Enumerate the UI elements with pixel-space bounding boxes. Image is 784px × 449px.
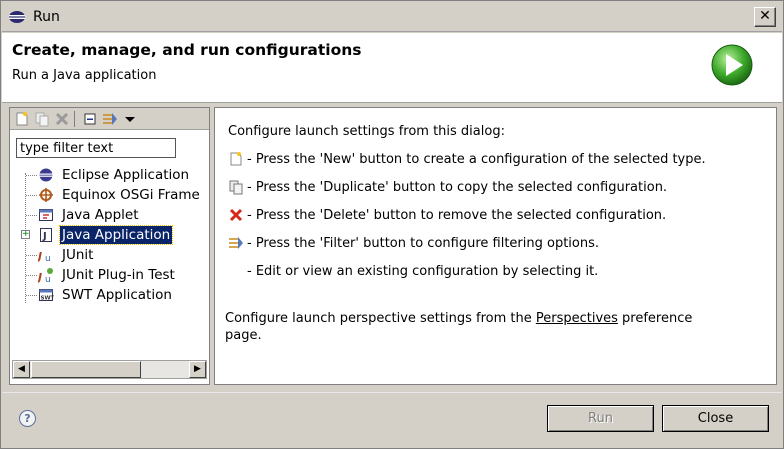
tree-item-label: JUnit Plug-in Test [62, 267, 175, 283]
delete-icon [229, 208, 243, 222]
config-type-tree: Eclipse Application Equinox OSGi Frame J… [10, 166, 209, 366]
applet-icon [39, 209, 53, 221]
duplicate-icon [229, 180, 243, 195]
tree-connector [26, 255, 37, 256]
help-line-duplicate: - Press the 'Duplicate' button to copy t… [247, 180, 668, 195]
tree-connector [26, 275, 37, 276]
tree-item-equinox-osgi[interactable]: Equinox OSGi Frame [38, 186, 209, 204]
footer-separator [2, 392, 782, 393]
perspective-text: Configure launch perspective settings fr… [225, 311, 692, 326]
filter-icon[interactable] [102, 111, 118, 127]
help-line-new: - Press the 'New' button to create a con… [247, 152, 706, 167]
perspectives-link[interactable]: Perspectives [536, 311, 618, 326]
perspective-text-prefix: Configure launch perspective settings fr… [225, 311, 536, 326]
run-icon [711, 44, 753, 86]
osgi-icon [39, 188, 53, 202]
help-icon[interactable]: ? [19, 410, 36, 427]
tree-connector [26, 295, 37, 296]
eclipse-icon [39, 168, 53, 182]
tree-item-junit-plugin-test[interactable]: J u JUnit Plug-in Test [38, 266, 209, 284]
run-button[interactable]: Run [547, 405, 654, 432]
tree-item-label: SWT Application [62, 287, 172, 303]
tree-connector [26, 215, 37, 216]
expand-toggle[interactable]: + [21, 230, 30, 239]
tree-connector [26, 195, 37, 196]
tree-item-java-applet[interactable]: Java Applet [38, 206, 209, 224]
new-config-icon [230, 152, 242, 166]
svg-text:SWT: SWT [41, 296, 55, 302]
close-button[interactable]: Close [662, 405, 769, 432]
junit-icon: J u [38, 250, 51, 263]
view-menu-icon[interactable] [122, 111, 138, 127]
scroll-right-button[interactable]: ▶ [189, 361, 206, 378]
close-window-button[interactable]: ✕ [754, 7, 776, 27]
horizontal-scrollbar[interactable]: ◀ ▶ [12, 360, 207, 379]
tree-connector [26, 175, 37, 176]
svg-text:J: J [38, 271, 42, 283]
tree-item-label: Java Applet [62, 207, 139, 223]
tree-item-label: JUnit [62, 247, 94, 263]
perspective-text-line2: page. [225, 328, 262, 343]
tree-item-label: Java Application [58, 225, 174, 245]
svg-text:u: u [45, 254, 51, 263]
help-line-edit: - Edit or view an existing configuration… [247, 264, 599, 279]
svg-text:J: J [42, 231, 47, 242]
window-title: Run [33, 9, 60, 25]
help-line-filter: - Press the 'Filter' button to configure… [247, 236, 600, 251]
run-dialog: Run ✕ Create, manage, and run configurat… [0, 0, 784, 449]
collapse-all-icon[interactable] [82, 111, 98, 127]
svg-text:u: u [45, 275, 51, 283]
new-config-icon[interactable] [14, 111, 30, 127]
scroll-left-button[interactable]: ◀ [13, 361, 30, 378]
swt-icon: SWT [39, 289, 55, 302]
intro-text: Configure launch settings from this dial… [228, 124, 505, 139]
toolbar-separator [74, 111, 75, 127]
filter-icon [229, 237, 243, 249]
tree-item-swt-application[interactable]: SWT SWT Application [38, 286, 209, 304]
delete-icon[interactable] [54, 111, 70, 127]
launch-settings-panel: Configure launch settings from this dial… [214, 107, 777, 385]
duplicate-icon[interactable] [34, 111, 50, 127]
tree-item-label: Eclipse Application [62, 167, 190, 183]
svg-text:J: J [38, 250, 42, 263]
tree-item-label: Equinox OSGi Frame [62, 187, 200, 203]
help-line-delete: - Press the 'Delete' button to remove th… [247, 208, 667, 223]
scroll-thumb[interactable] [31, 361, 141, 378]
java-app-icon: J [40, 228, 52, 242]
header-banner: Create, manage, and run configurations R… [2, 33, 782, 103]
filter-input[interactable] [16, 138, 176, 158]
junit-plugin-icon: J u [38, 268, 53, 283]
perspective-text-suffix: preference [617, 311, 693, 326]
title-bar: Run ✕ [2, 2, 782, 32]
tree-item-junit[interactable]: J u JUnit [38, 246, 209, 264]
tree-item-java-application[interactable]: J Java Application [38, 225, 209, 245]
page-title: Create, manage, and run configurations [12, 41, 362, 59]
config-type-panel: Eclipse Application Equinox OSGi Frame J… [9, 107, 210, 385]
config-toolbar [10, 108, 209, 130]
page-subtitle: Run a Java application [12, 68, 157, 83]
tree-item-eclipse-application[interactable]: Eclipse Application [38, 166, 209, 184]
eclipse-icon [9, 11, 25, 23]
